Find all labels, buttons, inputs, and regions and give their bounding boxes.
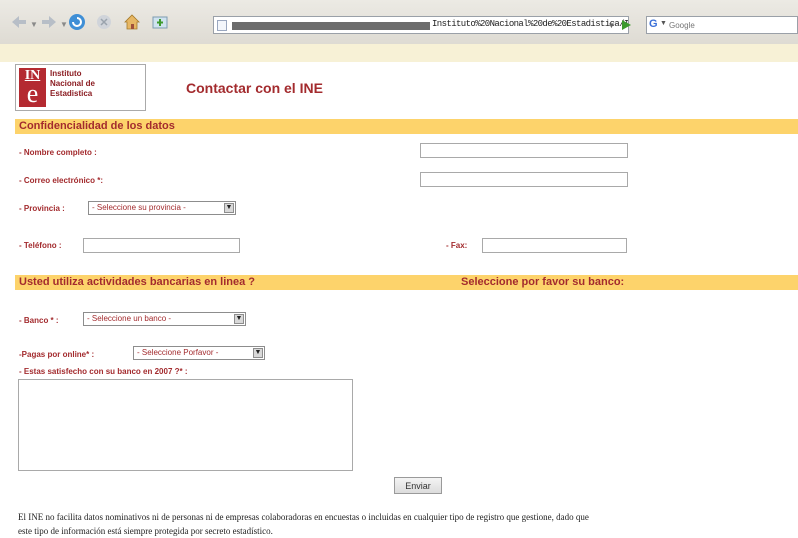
logo-line-1: Instituto [50,69,82,78]
province-select-value: - Seleccione su provincia - [92,203,186,212]
reload-icon[interactable] [66,13,88,31]
bookmark-add-icon[interactable] [150,13,170,31]
address-redacted [232,22,430,30]
footer-line-1: El INE no facilita datos nominativos ni … [18,512,589,522]
phone-field[interactable] [83,238,240,253]
email-label: - Correo electrónico *: [19,176,104,185]
bank-label: - Banco * : [19,316,59,325]
section-confidentiality: Confidencialidad de los datos [15,119,798,134]
address-text: Instituto%20Nacional%20de%20Estadistica/… [432,19,629,29]
page-title: Contactar con el INE [186,80,323,96]
bank-select[interactable]: - Seleccione un banco - ▼ [83,312,246,326]
section-banking: Usted utiliza actividades bancarias en l… [15,275,798,290]
logo-mark: IN e [19,68,46,107]
logo-line-3: Estadistica [50,89,93,98]
go-icon[interactable] [619,17,633,33]
name-label: - Nombre completo : [19,148,97,157]
chevron-down-icon[interactable]: ▼ [253,348,263,358]
name-field[interactable] [420,143,628,158]
forward-arrow-icon[interactable] [40,13,58,31]
back-arrow-icon[interactable] [10,13,28,31]
fax-field[interactable] [482,238,627,253]
logo-line-2: Nacional de [50,79,95,88]
province-select[interactable]: - Seleccione su provincia - ▼ [88,201,236,215]
ine-logo[interactable]: IN e Instituto Nacional de Estadistica [15,64,146,111]
search-input[interactable] [669,18,795,32]
section-title-banking: Usted utiliza actividades bancarias en l… [19,276,255,288]
back-dropdown-icon[interactable]: ▼ [30,20,38,29]
stop-icon[interactable] [94,13,114,31]
pay-online-label: -Pagas por online* : [19,350,95,359]
page-icon [217,20,227,31]
search-engine-dropdown-icon[interactable]: ▼ [660,20,667,27]
address-bar[interactable]: Instituto%20Nacional%20de%20Estadistica/… [213,16,629,34]
browser-toolbar: ▼ ▼ Instituto%20Nacional%20de%20Estadist… [0,0,798,45]
satisfaction-textarea[interactable] [18,379,353,471]
section-title-select-bank: Seleccione por favor su banco: [461,276,625,288]
province-label: - Provincia : [19,204,65,213]
email-field[interactable] [420,172,628,187]
satisfaction-label: - Estas satisfecho con su banco en 2007 … [19,367,188,376]
pay-online-select-value: - Seleccione Porfavor - [137,348,219,357]
search-box[interactable]: G ▼ [646,16,798,34]
send-button[interactable]: Enviar [394,477,442,494]
chevron-down-icon[interactable]: ▼ [234,314,244,324]
chevron-down-icon[interactable]: ▼ [224,203,234,213]
logo-e: e [26,79,39,108]
pay-online-select[interactable]: - Seleccione Porfavor - ▼ [133,346,265,360]
fax-label: - Fax: [446,241,468,250]
address-dropdown-icon[interactable]: ▼ [606,16,617,34]
google-icon[interactable]: G [649,18,658,30]
home-icon[interactable] [122,13,142,31]
logo-text: Instituto Nacional de Estadistica [50,69,95,99]
bank-select-value: - Seleccione un banco - [87,314,172,323]
section-title: Confidencialidad de los datos [19,120,175,132]
footer-line-2: este tipo de información está siempre pr… [18,526,273,536]
footer-disclaimer: El INE no facilita datos nominativos ni … [18,510,798,538]
info-strip [0,44,798,62]
phone-label: - Teléfono : [19,241,62,250]
